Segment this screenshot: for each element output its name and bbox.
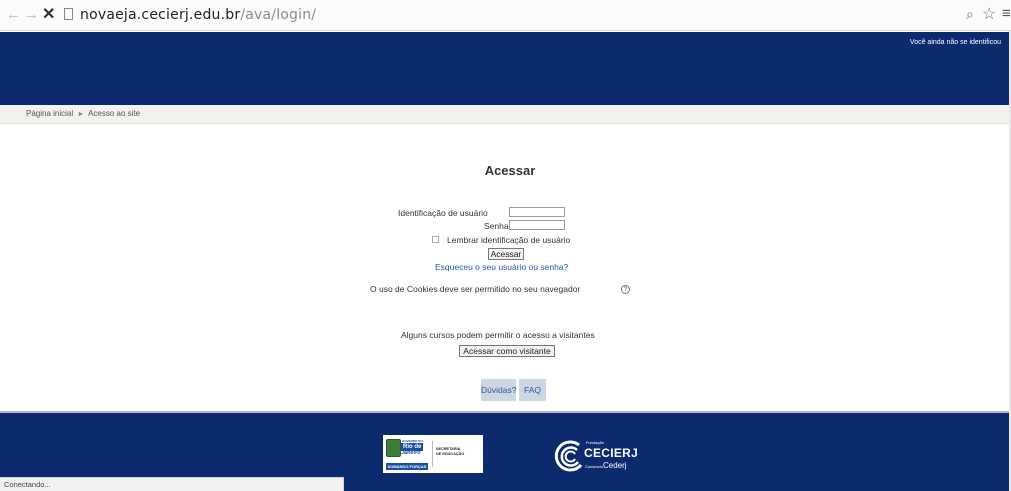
url-path: /ava/login/	[240, 7, 317, 23]
logo-divider	[432, 441, 433, 467]
password-field[interactable]	[509, 220, 565, 230]
back-arrow-icon[interactable]: ←	[6, 6, 21, 24]
logo-cederj-text: ConsórcioCederj	[585, 461, 627, 470]
password-label: Senha	[484, 221, 509, 231]
url-host: novaeja.cecierj.edu.br	[80, 7, 241, 23]
faq-link[interactable]: FAQ	[519, 379, 546, 401]
state-crest-icon	[386, 439, 401, 457]
site-header: Você ainda não se identificou	[0, 32, 1009, 105]
breadcrumb-bar: Página inicial ► Acesso ao site	[0, 105, 1009, 124]
stop-loading-icon[interactable]: ✕	[42, 6, 55, 24]
cecierj-swirl-icon	[554, 440, 583, 472]
username-label: Identificação de usuário	[398, 208, 488, 218]
logo-secretaria: SECRETARIA DE EDUCAÇÃO	[436, 447, 464, 457]
breadcrumb: Página inicial ► Acesso ao site	[26, 109, 140, 120]
breadcrumb-separator-icon: ►	[77, 111, 85, 118]
login-button[interactable]: Acessar	[488, 248, 524, 260]
browser-toolbar: ← → ✕ novaeja.cecierj.edu.br/ava/login/ …	[0, 0, 1011, 31]
help-icon[interactable]: ?	[621, 285, 630, 294]
guest-login-button[interactable]: Acessar como visitante	[459, 345, 555, 357]
logo-janeiro-text: Janeiro	[401, 450, 421, 456]
logo-cecierj-text: CECIERJ	[584, 446, 639, 460]
cecierj-logo[interactable]: Fundação CECIERJ ConsórcioCederj	[551, 437, 647, 475]
guest-access-notice: Alguns cursos podem permitir o acesso a …	[401, 330, 595, 340]
browser-status-bar: Conectando...	[0, 477, 344, 491]
remember-username-label[interactable]: Lembrar identificação de usuário	[447, 235, 570, 246]
address-bar[interactable]: novaeja.cecierj.edu.br/ava/login/	[80, 6, 316, 24]
login-info: Você ainda não se identificou	[909, 39, 1001, 46]
page-icon	[64, 8, 73, 20]
browser-menu-icon[interactable]: ≡	[1002, 5, 1011, 22]
rio-de-janeiro-government-logo[interactable]: GOVERNO DO Rio de Janeiro SOMANDO FORÇAS…	[383, 435, 483, 473]
logo-slogan: SOMANDO FORÇAS	[386, 463, 428, 470]
zoom-icon[interactable]: ⌕	[966, 6, 974, 23]
forward-arrow-icon[interactable]: →	[24, 6, 39, 24]
page-title: Acessar	[484, 163, 536, 178]
logo-secretaria-line2: DE EDUCAÇÃO	[436, 452, 465, 456]
logo-secretaria-line1: SECRETARIA	[436, 447, 461, 451]
remember-username-checkbox[interactable]	[432, 236, 439, 243]
bookmark-star-icon[interactable]: ☆	[982, 4, 996, 24]
forgot-password-link[interactable]: Esqueceu o seu usuário ou senha?	[435, 262, 568, 273]
logo-fundacao-text: Fundação	[586, 440, 604, 445]
help-link[interactable]: Dúvidas?	[481, 379, 516, 401]
logo-cederj-name: Cederj	[603, 461, 627, 470]
breadcrumb-current: Acesso ao site	[88, 109, 141, 118]
logo-consorcio-text: Consórcio	[585, 464, 604, 469]
breadcrumb-home-link[interactable]: Página inicial	[26, 109, 73, 118]
cookies-notice: O uso de Cookies deve ser permitido no s…	[370, 284, 581, 294]
username-field[interactable]	[509, 207, 565, 217]
